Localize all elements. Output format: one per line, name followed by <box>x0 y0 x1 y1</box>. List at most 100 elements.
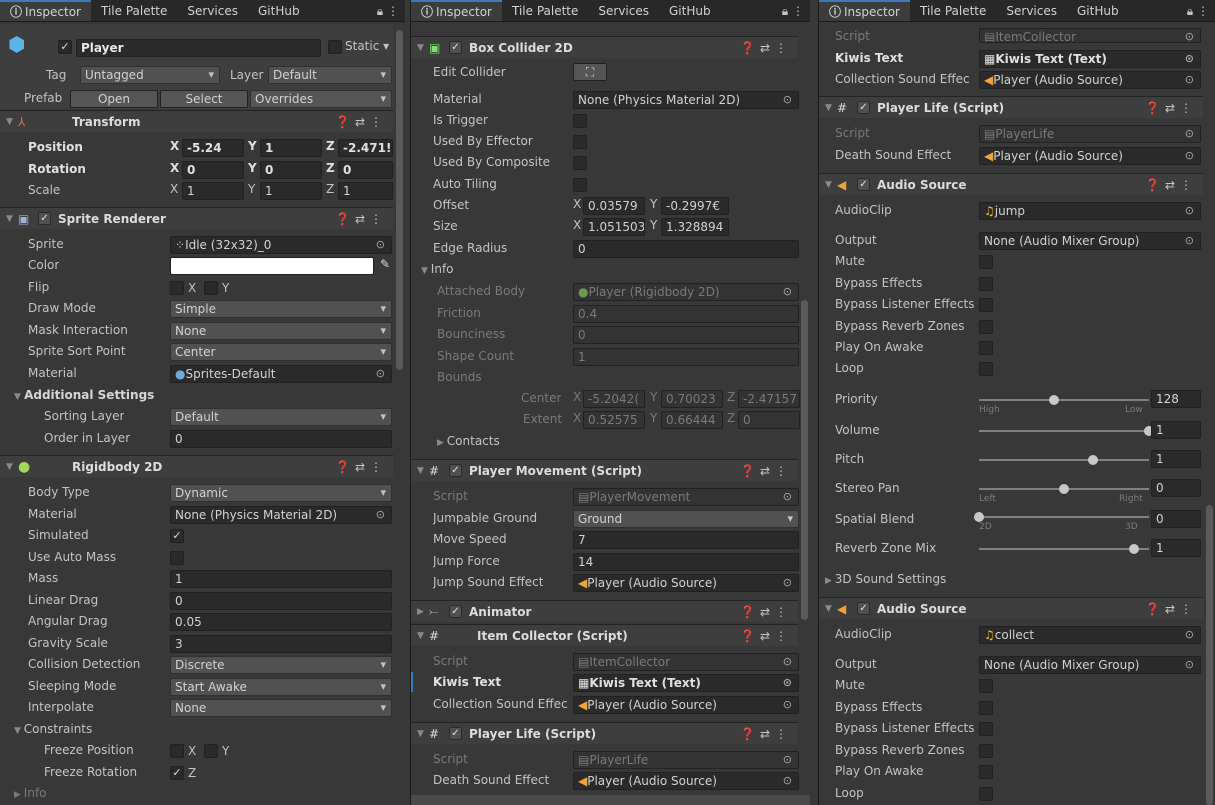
edge-radius-field[interactable]: 0 <box>573 240 799 258</box>
loop-checkbox[interactable] <box>979 787 993 801</box>
tab-github[interactable]: GitHub <box>659 0 721 21</box>
auto-mass-checkbox[interactable] <box>170 551 184 565</box>
scale-y-field[interactable]: 1 <box>260 182 322 200</box>
color-swatch[interactable] <box>170 257 374 275</box>
rotation-z-field[interactable]: 0 <box>338 161 393 179</box>
collision-detection-dropdown[interactable]: Discrete <box>170 656 392 674</box>
death-sound-field[interactable]: ◀Player (Audio Source) ⊙ <box>573 772 799 790</box>
tab-services[interactable]: Services <box>588 0 659 21</box>
scale-z-field[interactable]: 1 <box>338 182 393 200</box>
gravity-scale-field[interactable]: 3 <box>170 635 392 653</box>
box-collider-enabled-checkbox[interactable]: ✓ <box>449 41 462 54</box>
object-picker-icon[interactable]: ⊙ <box>783 92 792 108</box>
contacts-foldout[interactable]: ▶ Contacts <box>437 431 500 454</box>
tab-github[interactable]: GitHub <box>1067 0 1129 21</box>
component-tools-icons[interactable]: ❓⇄⋮ <box>740 41 792 55</box>
spatial-blend-field[interactable]: 0 <box>1151 510 1201 528</box>
tab-inspector[interactable]: ⓘ Inspector <box>411 0 502 21</box>
kiwis-text-field[interactable]: ▦Kiwis Text (Text) ⊙ <box>573 674 799 692</box>
simulated-checkbox[interactable]: ✓ <box>170 529 184 543</box>
component-tools-icons[interactable]: ❓⇄⋮ <box>740 605 792 619</box>
component-tools-icons[interactable]: ❓⇄⋮ <box>335 115 387 129</box>
scrollbar[interactable] <box>1206 505 1213 805</box>
animator-header[interactable]: ▶ ⤚ ✓ Animator ❓⇄⋮ <box>411 600 798 622</box>
component-tools-icons[interactable]: ❓⇄⋮ <box>740 727 792 741</box>
freeze-x-checkbox[interactable] <box>170 744 184 758</box>
fold-arrow-icon[interactable]: ▼ <box>417 729 424 739</box>
component-tools-icons[interactable]: ❓⇄⋮ <box>1145 101 1197 115</box>
slider-knob[interactable] <box>1128 544 1139 554</box>
player-movement-header[interactable]: ▼ # ✓ Player Movement (Script) ❓⇄⋮ <box>411 459 798 481</box>
component-tools-icons[interactable]: ❓⇄⋮ <box>740 629 792 643</box>
offset-y-field[interactable]: -0.2997€ <box>661 197 729 215</box>
mute-checkbox[interactable] <box>979 679 993 693</box>
position-xyz[interactable]: X -5.24 Y1 Z -2.471! <box>170 139 393 157</box>
sprite-renderer-header[interactable]: ▼ ▣ ✓ Sprite Renderer ❓⇄⋮ <box>0 207 393 229</box>
object-picker-icon[interactable]: ⊙ <box>1185 233 1194 249</box>
tab-tile-palette[interactable]: Tile Palette <box>502 0 588 21</box>
mask-interaction-dropdown[interactable]: None <box>170 322 392 340</box>
player-life-enabled-checkbox[interactable]: ✓ <box>857 101 870 114</box>
fold-arrow-icon[interactable]: ▼ <box>825 604 832 614</box>
transform-header[interactable]: ▼ ⅄ Transform ❓⇄⋮ <box>0 110 393 132</box>
pitch-slider[interactable] <box>979 455 1149 465</box>
volume-field[interactable]: 1 <box>1151 421 1201 439</box>
item-collector-header[interactable]: ▼ # Item Collector (Script) ❓⇄⋮ <box>411 624 798 646</box>
collection-sound-field[interactable]: ◀Player (Audio Source) ⊙ <box>979 71 1201 89</box>
static-checkbox[interactable] <box>328 40 342 54</box>
sort-point-dropdown[interactable]: Center <box>170 343 392 361</box>
scrollbar[interactable] <box>396 30 403 370</box>
rb-material-field[interactable]: None (Physics Material 2D) ⊙ <box>170 506 392 524</box>
bypass-effects-checkbox[interactable] <box>979 701 993 715</box>
object-picker-icon[interactable]: ⊙ <box>1185 657 1194 673</box>
tab-services[interactable]: Services <box>177 0 248 21</box>
reverb-zone-mix-slider[interactable] <box>979 544 1149 554</box>
jumpable-ground-dropdown[interactable]: Ground <box>573 510 799 528</box>
order-in-layer-field[interactable]: 0 <box>170 430 392 448</box>
scale-x-field[interactable]: 1 <box>182 182 244 200</box>
audio-source-enabled-checkbox[interactable]: ✓ <box>857 178 870 191</box>
is-trigger-checkbox[interactable] <box>573 114 587 128</box>
volume-slider[interactable] <box>979 426 1154 436</box>
rotation-y-field[interactable]: 0 <box>260 161 322 179</box>
jump-force-field[interactable]: 14 <box>573 553 799 571</box>
fold-arrow-icon[interactable]: ▼ <box>6 462 13 472</box>
player-movement-enabled-checkbox[interactable]: ✓ <box>449 464 462 477</box>
rotation-x-field[interactable]: 0 <box>182 161 244 179</box>
component-tools-icons[interactable]: ❓⇄⋮ <box>335 460 387 474</box>
info-foldout[interactable]: ▶ Info <box>14 783 47 805</box>
edit-collider-button[interactable]: ⛶ <box>573 63 607 81</box>
slider-knob[interactable] <box>1048 395 1059 405</box>
jump-sound-field[interactable]: ◀Player (Audio Source) ⊙ <box>573 574 799 592</box>
audio-source-header[interactable]: ▼ ◀ ✓ Audio Source ❓⇄⋮ <box>819 597 1203 619</box>
layer-dropdown[interactable]: Default <box>268 66 392 84</box>
kiwis-text-field[interactable]: ▦Kiwis Text (Text) ⊙ <box>979 50 1201 68</box>
size-x-field[interactable]: 1.051503 <box>583 218 645 236</box>
position-y-field[interactable]: 1 <box>260 139 322 157</box>
loop-checkbox[interactable] <box>979 362 993 376</box>
lock-menu-icons[interactable]: 🔒︎ ⋮ <box>377 0 399 22</box>
fold-arrow-icon[interactable]: ▼ <box>417 466 424 476</box>
rigidbody-header[interactable]: ▼ ● Rigidbody 2D ❓⇄⋮ <box>0 455 393 477</box>
fold-arrow-icon[interactable]: ▼ <box>417 631 424 641</box>
material-field[interactable]: ●Sprites-Default ⊙ <box>170 365 392 383</box>
component-tools-icons[interactable]: ❓⇄⋮ <box>1145 602 1197 616</box>
eyedropper-icon[interactable]: ✎ <box>380 257 390 271</box>
constraints-foldout[interactable]: ▼ Constraints <box>14 719 92 742</box>
collection-sound-field[interactable]: ◀Player (Audio Source) ⊙ <box>573 696 799 714</box>
audioclip-field[interactable]: ♫collect ⊙ <box>979 626 1201 644</box>
size-y-field[interactable]: 1.328894 <box>661 218 729 236</box>
stereo-pan-slider[interactable] <box>979 484 1149 494</box>
position-z-field[interactable]: -2.471! <box>338 139 393 157</box>
active-checkbox[interactable]: ✓ <box>58 40 72 54</box>
player-life-header[interactable]: ▼ # ✓ Player Life (Script) ❓⇄⋮ <box>411 722 798 744</box>
used-by-composite-checkbox[interactable] <box>573 156 587 170</box>
offset-xy[interactable]: X 0.03579 Y -0.2997€ <box>573 197 729 215</box>
play-on-awake-checkbox[interactable] <box>979 765 993 779</box>
scale-xyz[interactable]: X1 Y1 Z1 <box>170 182 393 200</box>
fold-arrow-icon[interactable]: ▶ <box>417 607 424 617</box>
pitch-field[interactable]: 1 <box>1151 450 1201 468</box>
object-picker-icon[interactable]: ⊙ <box>376 366 385 382</box>
freeze-z-checkbox[interactable]: ✓ <box>170 766 184 780</box>
bypass-effects-checkbox[interactable] <box>979 277 993 291</box>
